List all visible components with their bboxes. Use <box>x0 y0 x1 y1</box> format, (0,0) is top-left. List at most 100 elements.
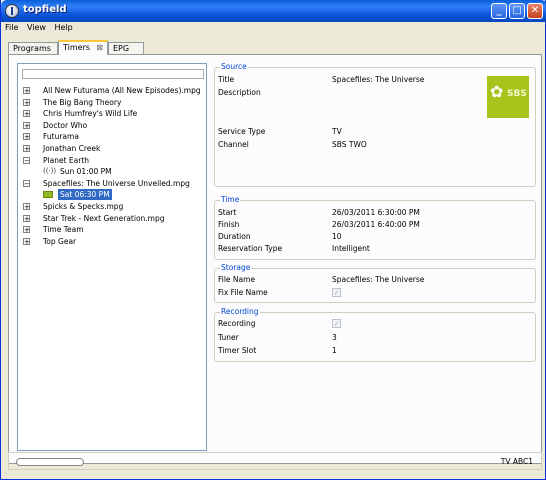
tab-label: Programs <box>13 44 51 53</box>
program-node[interactable]: + Doctor Who <box>18 120 206 131</box>
status-bar: TV ABC1 <box>8 452 542 470</box>
timer-entry[interactable]: Sat 06:30 PM <box>18 189 206 201</box>
collapse-icon[interactable]: − <box>23 156 30 164</box>
expand-icon[interactable]: + <box>23 145 30 153</box>
time-group: Time Start 26/03/2011 6:30:00 PM Finish … <box>214 195 536 260</box>
expand-icon[interactable]: + <box>23 214 30 222</box>
title-label: Title <box>218 75 235 84</box>
timer-slot-label: Timer Slot <box>218 346 257 355</box>
program-node[interactable]: − Planet Earth <box>18 155 206 166</box>
timer-recording-icon: ((·)) <box>43 167 57 176</box>
fix-file-name-label: Fix File Name <box>218 288 268 297</box>
duration-value: 10 <box>332 232 342 241</box>
program-node[interactable]: + Time Team <box>18 224 206 235</box>
app-window: topfield _ □ ✕ File View Help Programs T… <box>0 0 546 480</box>
timers-panel: + All New Futurama (All New Episodes).mpg… <box>8 54 542 464</box>
app-icon <box>5 4 19 18</box>
minimize-button[interactable]: _ <box>491 3 507 19</box>
source-group: Source Title Spacefiles: The Universe De… <box>214 62 536 187</box>
channel-logo: ✿ SBS <box>487 76 529 118</box>
finish-label: Finish <box>218 220 240 229</box>
start-label: Start <box>218 208 237 217</box>
program-node-label: Doctor Who <box>43 120 88 130</box>
channel-label: Channel <box>218 140 249 149</box>
expand-icon[interactable]: + <box>23 226 30 234</box>
timer-selected-icon <box>43 191 53 199</box>
program-node-label: Spicks & Specks.mpg <box>43 202 124 211</box>
program-node-label: Chris Humfrey's Wild Life <box>43 109 138 119</box>
program-node-label: Time Team <box>43 225 84 235</box>
reservation-type-label: Reservation Type <box>218 244 283 253</box>
source-heading: Source <box>220 62 248 71</box>
program-node-label: Star Trek - Next Generation.mpg <box>43 213 165 223</box>
program-node[interactable]: + Jonathan Creek <box>18 143 206 154</box>
timer-entry-label: Sat 06:30 PM <box>58 189 112 201</box>
channel-value: SBS TWO <box>332 140 367 149</box>
menu-help[interactable]: Help <box>51 22 75 32</box>
reservation-type-value: Intelligent <box>332 244 370 253</box>
timer-entry[interactable]: ((·)) Sun 01:00 PM <box>18 166 206 177</box>
program-node[interactable]: + Star Trek - Next Generation.mpg <box>18 213 206 224</box>
tab-container: Programs Timers ⊠ EPG + All New Futurama (… <box>8 40 542 476</box>
tab-timers[interactable]: Timers ⊠ <box>58 40 108 55</box>
status-text: TV ABC1 <box>500 457 533 466</box>
expand-icon[interactable]: + <box>23 133 30 141</box>
maximize-button[interactable]: □ <box>509 3 525 19</box>
expand-icon[interactable]: + <box>23 87 30 95</box>
menu-bar: File View Help <box>2 22 546 35</box>
timers-tree[interactable]: + All New Futurama (All New Episodes).mpg… <box>17 63 207 451</box>
tab-label: Timers <box>63 43 91 52</box>
timer-entry-label: Sun 01:00 PM <box>60 167 112 177</box>
expand-icon[interactable]: + <box>23 203 30 211</box>
fix-file-name-checkbox[interactable]: ✓ <box>332 288 341 297</box>
window-title: topfield <box>23 4 67 15</box>
logo-text: SBS <box>507 89 527 99</box>
program-node[interactable]: + Top Gear <box>18 236 206 247</box>
start-value: 26/03/2011 6:30:00 PM <box>332 208 420 217</box>
storage-heading: Storage <box>220 263 252 272</box>
recording-checkbox[interactable]: ✓ <box>332 319 341 328</box>
expand-icon[interactable]: + <box>23 98 30 106</box>
close-tab-icon[interactable]: ⊠ <box>96 43 103 52</box>
expand-icon[interactable]: + <box>23 110 30 118</box>
program-node-label: Jonathan Creek <box>43 144 101 153</box>
tab-strip: Programs Timers ⊠ EPG <box>8 40 542 55</box>
program-node-label: Futurama <box>43 132 79 142</box>
tuner-value: 3 <box>332 333 337 342</box>
title-value: Spacefiles: The Universe <box>332 75 425 84</box>
collapse-icon[interactable]: − <box>23 179 30 187</box>
program-node[interactable]: + Spicks & Specks.mpg <box>18 201 206 212</box>
recording-label: Recording <box>218 319 256 328</box>
finish-value: 26/03/2011 6:40:00 PM <box>332 220 420 229</box>
program-node[interactable]: + The Big Bang Theory <box>18 97 206 108</box>
description-label: Description <box>218 88 261 97</box>
program-node-label: The Big Bang Theory <box>43 97 122 107</box>
storage-group: Storage File Name Spacefiles: The Univer… <box>214 263 536 303</box>
program-node-label: Spacefiles: The Universe Unveiled.mpg <box>43 178 190 188</box>
program-node-label: Top Gear <box>43 236 77 246</box>
menu-view[interactable]: View <box>24 22 49 32</box>
program-node[interactable]: − Spacefiles: The Universe Unveiled.mpg <box>18 178 206 189</box>
program-node[interactable]: + Futurama <box>18 131 206 142</box>
file-name-label: File Name <box>218 275 256 284</box>
title-bar[interactable]: topfield _ □ ✕ <box>1 0 546 22</box>
expand-icon[interactable]: + <box>23 121 30 129</box>
timer-slot-value: 1 <box>332 346 337 355</box>
recording-group: Recording Recording ✓ Tuner 3 Timer Slot… <box>214 307 536 362</box>
expand-icon[interactable]: + <box>23 237 30 245</box>
program-node[interactable]: + All New Futurama (All New Episodes).mpg <box>18 85 206 96</box>
program-node-label: All New Futurama (All New Episodes).mpg <box>43 86 201 95</box>
program-node[interactable]: + Chris Humfrey's Wild Life <box>18 108 206 119</box>
tree-filter-input[interactable] <box>22 69 204 79</box>
close-button[interactable]: ✕ <box>527 3 543 19</box>
time-heading: Time <box>220 195 241 204</box>
service-type-value: TV <box>332 127 342 136</box>
menu-file[interactable]: File <box>2 22 21 32</box>
sbs-petals-icon: ✿ <box>490 82 504 101</box>
tuner-label: Tuner <box>218 333 239 342</box>
duration-label: Duration <box>218 232 251 241</box>
service-type-label: Service Type <box>218 127 266 136</box>
progress-bar <box>16 458 84 466</box>
tab-label: EPG <box>113 44 130 53</box>
recording-heading: Recording <box>220 307 260 316</box>
